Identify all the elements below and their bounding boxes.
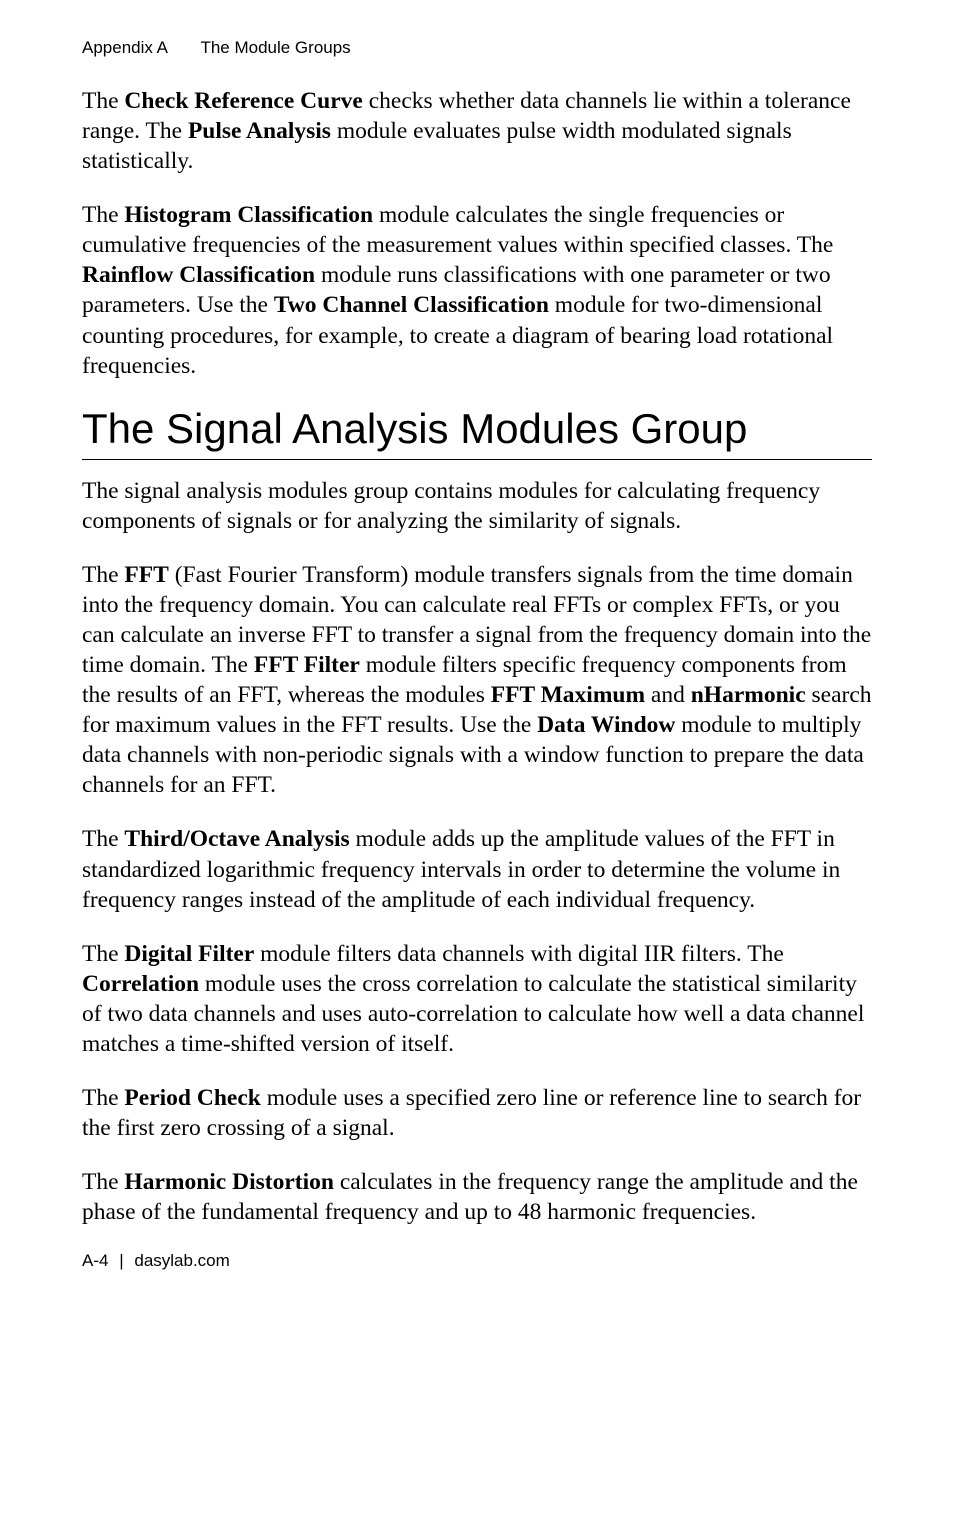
page-footer: A-4 | dasylab.com (82, 1251, 872, 1271)
section-title: The Signal Analysis Modules Group (82, 405, 872, 460)
term-fft-filter: FFT Filter (254, 652, 360, 678)
term-data-window: Data Window (537, 712, 675, 738)
term-histogram-classification: Histogram Classification (124, 202, 373, 228)
term-period-check: Period Check (124, 1085, 260, 1111)
text: The (82, 1085, 124, 1111)
term-fft: FFT (124, 562, 168, 588)
term-nharmonic: nHarmonic (691, 682, 806, 708)
text: The (82, 202, 124, 228)
paragraph-third-octave: The Third/Octave Analysis module adds up… (82, 824, 872, 914)
text: The (82, 826, 124, 852)
term-check-reference-curve: Check Reference Curve (124, 88, 362, 114)
footer-page-number: A-4 (82, 1251, 108, 1270)
term-digital-filter: Digital Filter (124, 941, 254, 967)
paragraph-harmonic-distortion: The Harmonic Distortion calculates in th… (82, 1167, 872, 1227)
paragraph-histogram: The Histogram Classification module calc… (82, 200, 872, 380)
footer-site: dasylab.com (134, 1251, 229, 1270)
term-pulse-analysis: Pulse Analysis (188, 118, 331, 144)
term-correlation: Correlation (82, 971, 199, 997)
page-header: Appendix A The Module Groups (82, 38, 872, 58)
term-two-channel-classification: Two Channel Classification (274, 292, 549, 318)
text: and (645, 682, 691, 708)
text: module filters data channels with digita… (254, 941, 783, 967)
paragraph-digital-filter: The Digital Filter module filters data c… (82, 939, 872, 1059)
term-fft-maximum: FFT Maximum (491, 682, 645, 708)
header-appendix: Appendix A (82, 38, 168, 58)
text: module uses the cross correlation to cal… (82, 971, 864, 1057)
paragraph-check-reference: The Check Reference Curve checks whether… (82, 86, 872, 176)
paragraph-period-check: The Period Check module uses a specified… (82, 1083, 872, 1143)
text: The (82, 941, 124, 967)
paragraph-fft: The FFT (Fast Fourier Transform) module … (82, 560, 872, 801)
text: The (82, 1169, 124, 1195)
paragraph-intro: The signal analysis modules group contai… (82, 476, 872, 536)
text: The (82, 562, 124, 588)
footer-separator: | (119, 1251, 123, 1270)
header-chapter: The Module Groups (200, 38, 350, 57)
text: The (82, 88, 124, 114)
term-harmonic-distortion: Harmonic Distortion (124, 1169, 334, 1195)
term-rainflow-classification: Rainflow Classification (82, 262, 315, 288)
term-third-octave-analysis: Third/Octave Analysis (124, 826, 349, 852)
